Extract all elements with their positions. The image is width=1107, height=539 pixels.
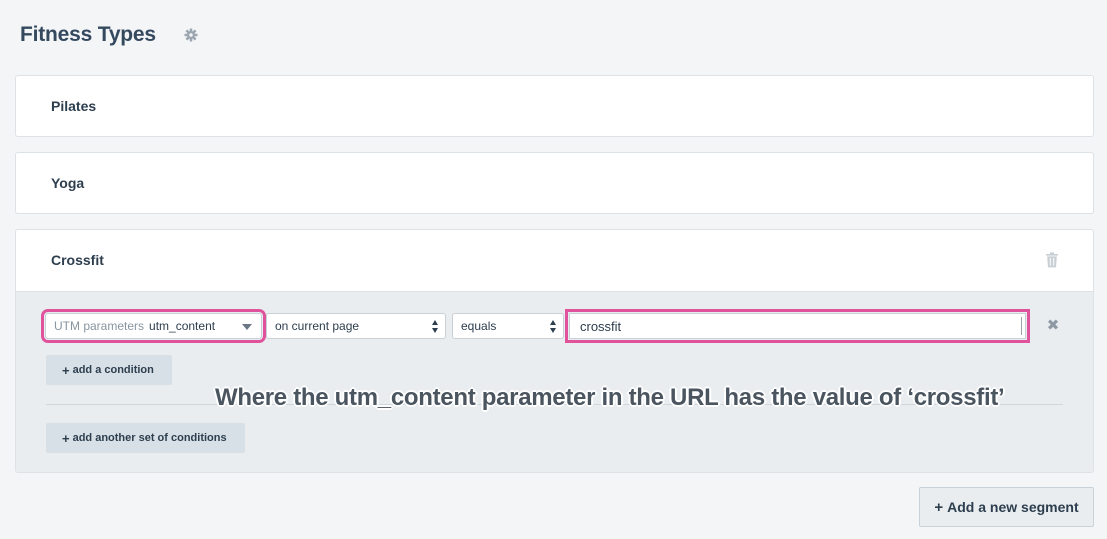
condition-value-input[interactable]: crossfit bbox=[565, 309, 1030, 343]
trash-icon[interactable] bbox=[1045, 252, 1059, 268]
add-segment-button[interactable]: + Add a new segment bbox=[919, 487, 1094, 527]
segment-name: Yoga bbox=[51, 175, 85, 191]
plus-icon: + bbox=[934, 498, 944, 516]
condition-operator-select[interactable]: equals bbox=[452, 313, 564, 339]
segment-pilates[interactable]: Pilates bbox=[15, 75, 1094, 137]
annotation-caption: Where the utm_content parameter in the U… bbox=[215, 384, 1005, 411]
add-segment-label: Add a new segment bbox=[947, 499, 1079, 515]
operator-label: equals bbox=[461, 319, 497, 333]
add-condition-set-button[interactable]: + add another set of conditions bbox=[46, 423, 245, 453]
condition-value-text: crossfit bbox=[580, 318, 622, 334]
page-title: Fitness Types bbox=[20, 23, 156, 46]
add-condition-label: add a condition bbox=[72, 364, 154, 376]
field-prefix-label: UTM parameters bbox=[54, 319, 145, 333]
segment-header[interactable]: Pilates bbox=[16, 76, 1093, 136]
segment-name: Crossfit bbox=[51, 252, 104, 268]
condition-field-select[interactable]: UTM parameters utm_content bbox=[41, 309, 266, 343]
conditions-panel: UTM parameters utm_content on current pa… bbox=[16, 291, 1093, 472]
gear-icon[interactable] bbox=[184, 28, 198, 42]
segment-yoga[interactable]: Yoga bbox=[15, 152, 1094, 214]
select-arrows-icon bbox=[432, 320, 439, 333]
segment-name: Pilates bbox=[51, 98, 97, 114]
page-header: Fitness Types bbox=[20, 20, 198, 50]
segment-header[interactable]: Crossfit bbox=[16, 230, 1093, 290]
segment-crossfit: Crossfit UTM parameters utm_content on c… bbox=[15, 229, 1094, 473]
scope-label: on current page bbox=[275, 319, 360, 333]
chevron-down-icon bbox=[242, 324, 252, 330]
select-arrows-icon bbox=[550, 320, 557, 333]
close-icon[interactable]: ✖ bbox=[1045, 318, 1061, 334]
condition-scope-select[interactable]: on current page bbox=[266, 313, 446, 339]
plus-icon: + bbox=[62, 430, 70, 446]
field-value-label: utm_content bbox=[149, 319, 216, 333]
plus-icon: + bbox=[62, 362, 70, 378]
add-condition-button[interactable]: + add a condition bbox=[46, 355, 172, 385]
segment-header[interactable]: Yoga bbox=[16, 153, 1093, 213]
add-condition-set-label: add another set of conditions bbox=[72, 432, 227, 444]
